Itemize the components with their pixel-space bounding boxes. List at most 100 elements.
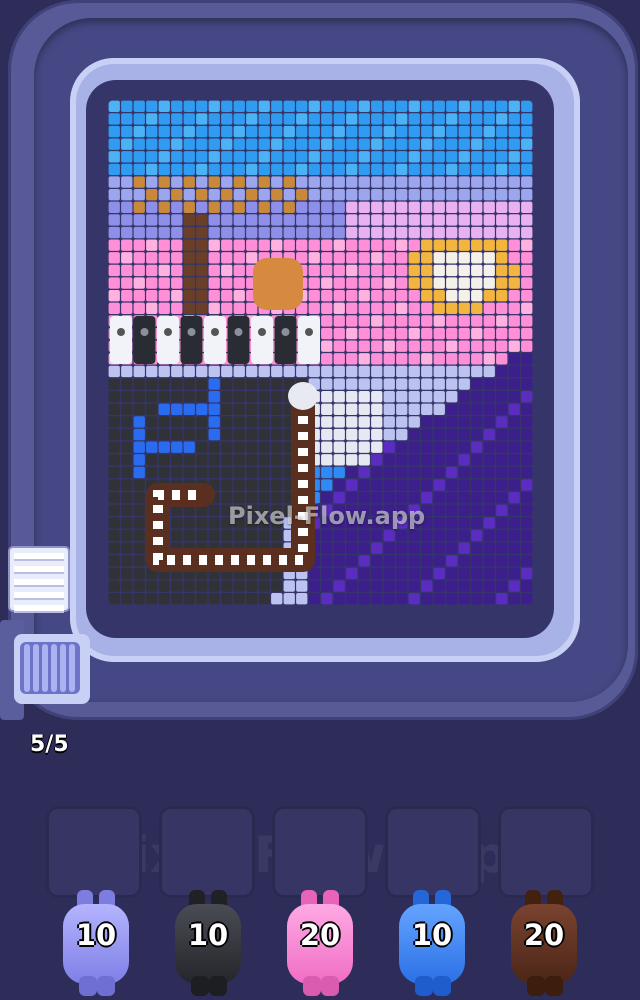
pixel-block [421, 176, 433, 188]
pixel-block [433, 138, 445, 150]
pixel-block [108, 138, 120, 150]
holding-slot-4[interactable] [385, 806, 481, 898]
pixel-block [321, 416, 333, 428]
pixel-block [171, 517, 183, 529]
pixel-block [221, 125, 233, 138]
pixel-block [196, 441, 208, 453]
pig-shooter-periwinkle[interactable]: 10 [55, 890, 137, 998]
pixel-block [471, 580, 483, 592]
holding-slot-2[interactable] [159, 806, 255, 898]
pixel-block [208, 239, 220, 251]
pixel-block [458, 252, 470, 264]
pixel-block [171, 125, 183, 138]
pixel-block [208, 390, 220, 403]
pixel-block [208, 302, 220, 315]
pixel-block [121, 302, 133, 315]
pixel-block [421, 580, 433, 592]
pixel-block [133, 252, 145, 264]
pixel-block [308, 163, 320, 176]
pixel-block [433, 289, 445, 302]
pixel-block [246, 226, 258, 239]
pixel-block [408, 567, 420, 580]
pixel-block [421, 201, 433, 214]
pixel-block [358, 315, 370, 327]
pixel-block [258, 441, 270, 453]
pixel-block [521, 315, 533, 327]
pixel-block [271, 466, 283, 479]
pixel-block [171, 138, 183, 150]
pixel-block [333, 277, 345, 289]
pixel-block [396, 327, 408, 340]
pixel-block [458, 567, 470, 580]
pixel-block [271, 416, 283, 428]
pixel-block [258, 214, 270, 226]
pixel-block [121, 454, 133, 466]
pixel-block [321, 555, 333, 567]
pixel-block [521, 555, 533, 567]
pixel-block [133, 226, 145, 239]
pixel-block [208, 403, 220, 416]
pixel-block [121, 100, 133, 113]
pixel-block [408, 214, 420, 226]
pixel-block [333, 441, 345, 453]
pixel-block [471, 378, 483, 390]
pixel-block [521, 592, 533, 605]
pixel-block [458, 264, 470, 277]
holding-slot-3[interactable] [272, 806, 368, 898]
pixel-block [521, 504, 533, 517]
pixel-block [221, 226, 233, 239]
pig-shooter-pink[interactable]: 20 [279, 890, 361, 998]
pixel-block [158, 201, 170, 214]
pixel-block [183, 580, 195, 592]
pixel-block [471, 428, 483, 441]
pixel-block [208, 163, 220, 176]
pixel-block [346, 151, 358, 163]
pixel-block [271, 176, 283, 188]
pixel-block [408, 416, 420, 428]
pixel-block [158, 466, 170, 479]
pixel-block [521, 542, 533, 554]
pixel-block [496, 567, 508, 580]
spool-icon[interactable] [0, 620, 92, 720]
pixel-block [233, 163, 245, 176]
pixel-block [346, 353, 358, 365]
pixel-block [483, 580, 495, 592]
pixel-block [471, 365, 483, 378]
pixel-block [346, 277, 358, 289]
pixel-block [121, 441, 133, 453]
pixel-block [208, 454, 220, 466]
watermark-board: Pixel-Flow.app [228, 502, 426, 530]
pixel-block [146, 416, 158, 428]
pixel-block [521, 188, 533, 201]
pixel-block [196, 517, 208, 529]
holding-slot-5[interactable] [498, 806, 594, 898]
pig-shooter-black[interactable]: 10 [167, 890, 249, 998]
pixel-block [171, 441, 183, 453]
pixel-block [196, 113, 208, 125]
pixel-block [108, 113, 120, 125]
pixel-block [246, 580, 258, 592]
pig-shooter-blue[interactable]: 10 [391, 890, 473, 998]
pixel-block [133, 555, 145, 567]
pixel-block [433, 176, 445, 188]
pixel-block [146, 138, 158, 150]
pixel-block [458, 378, 470, 390]
pixel-block [371, 378, 383, 390]
pixel-block [133, 454, 145, 466]
pixel-block [371, 315, 383, 327]
pixel-block [133, 264, 145, 277]
pixel-block [421, 188, 433, 201]
pixel-block [496, 188, 508, 201]
pixel-block [121, 252, 133, 264]
pixel-block [408, 252, 420, 264]
holding-slot-1[interactable] [46, 806, 142, 898]
pixel-block [171, 466, 183, 479]
pixel-block [408, 264, 420, 277]
dog-character[interactable] [253, 258, 303, 310]
pixel-block [521, 289, 533, 302]
pixel-block [358, 201, 370, 214]
pixel-block [196, 226, 208, 239]
pixel-block [483, 289, 495, 302]
pig-shooter-brown[interactable]: 20 [503, 890, 585, 998]
pixel-block [146, 365, 158, 378]
